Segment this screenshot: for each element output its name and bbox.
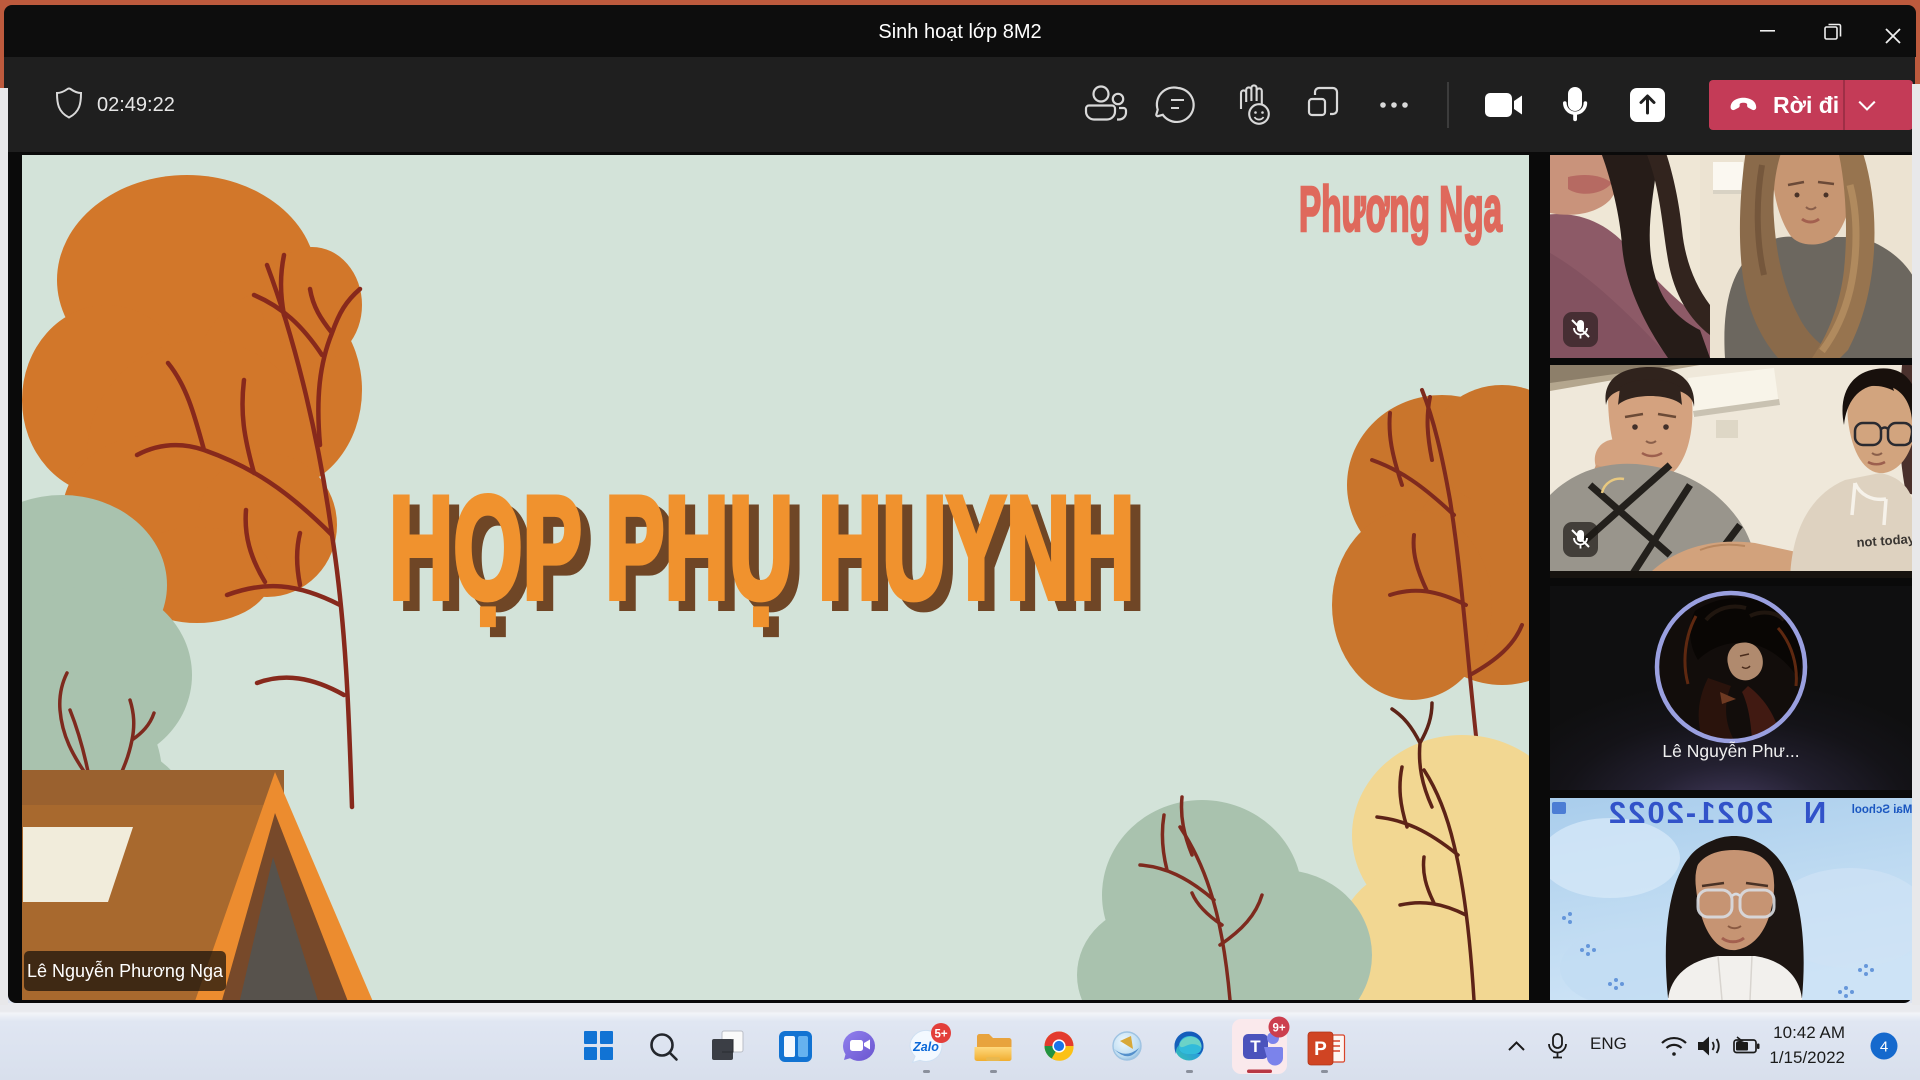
svg-text:N: N [1804, 798, 1826, 830]
svg-text:5+: 5+ [934, 1029, 947, 1041]
svg-text:P: P [1314, 1039, 1327, 1060]
svg-text:Lê Nguyễn Phư...: Lê Nguyễn Phư... [1662, 740, 1799, 761]
svg-text:4: 4 [1880, 1039, 1888, 1056]
svg-text:Zalo: Zalo [912, 1040, 939, 1054]
svg-text:2021-2022: 2021-2022 [1607, 798, 1773, 830]
svg-text:9+: 9+ [1272, 1023, 1285, 1035]
svg-text:Mai School: Mai School [1852, 804, 1913, 816]
svg-text:T: T [1250, 1037, 1261, 1056]
